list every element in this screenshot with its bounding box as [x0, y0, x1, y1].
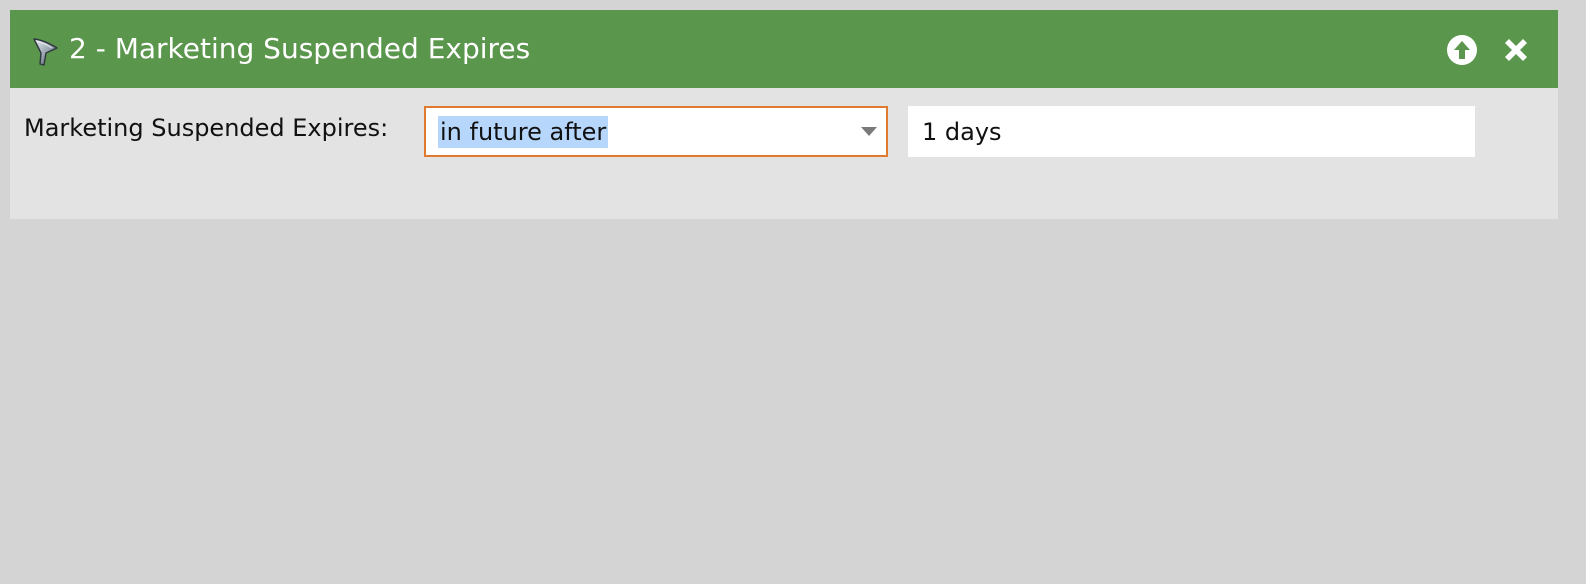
panel-header: 2 - Marketing Suspended Expires	[10, 10, 1558, 88]
close-icon[interactable]	[1500, 34, 1532, 66]
chevron-down-icon	[861, 127, 877, 136]
filter-panel: 2 - Marketing Suspended Expires Marketin…	[10, 10, 1558, 219]
days-value-input[interactable]	[908, 106, 1475, 157]
panel-body: Marketing Suspended Expires: in future a…	[10, 88, 1558, 219]
operator-selected-value: in future after	[438, 116, 609, 148]
operator-select[interactable]: in future after	[424, 106, 888, 157]
filter-funnel-icon	[30, 36, 60, 68]
panel-title: 2 - Marketing Suspended Expires	[69, 32, 531, 65]
field-label: Marketing Suspended Expires:	[24, 114, 389, 142]
move-up-icon[interactable]	[1446, 34, 1478, 66]
